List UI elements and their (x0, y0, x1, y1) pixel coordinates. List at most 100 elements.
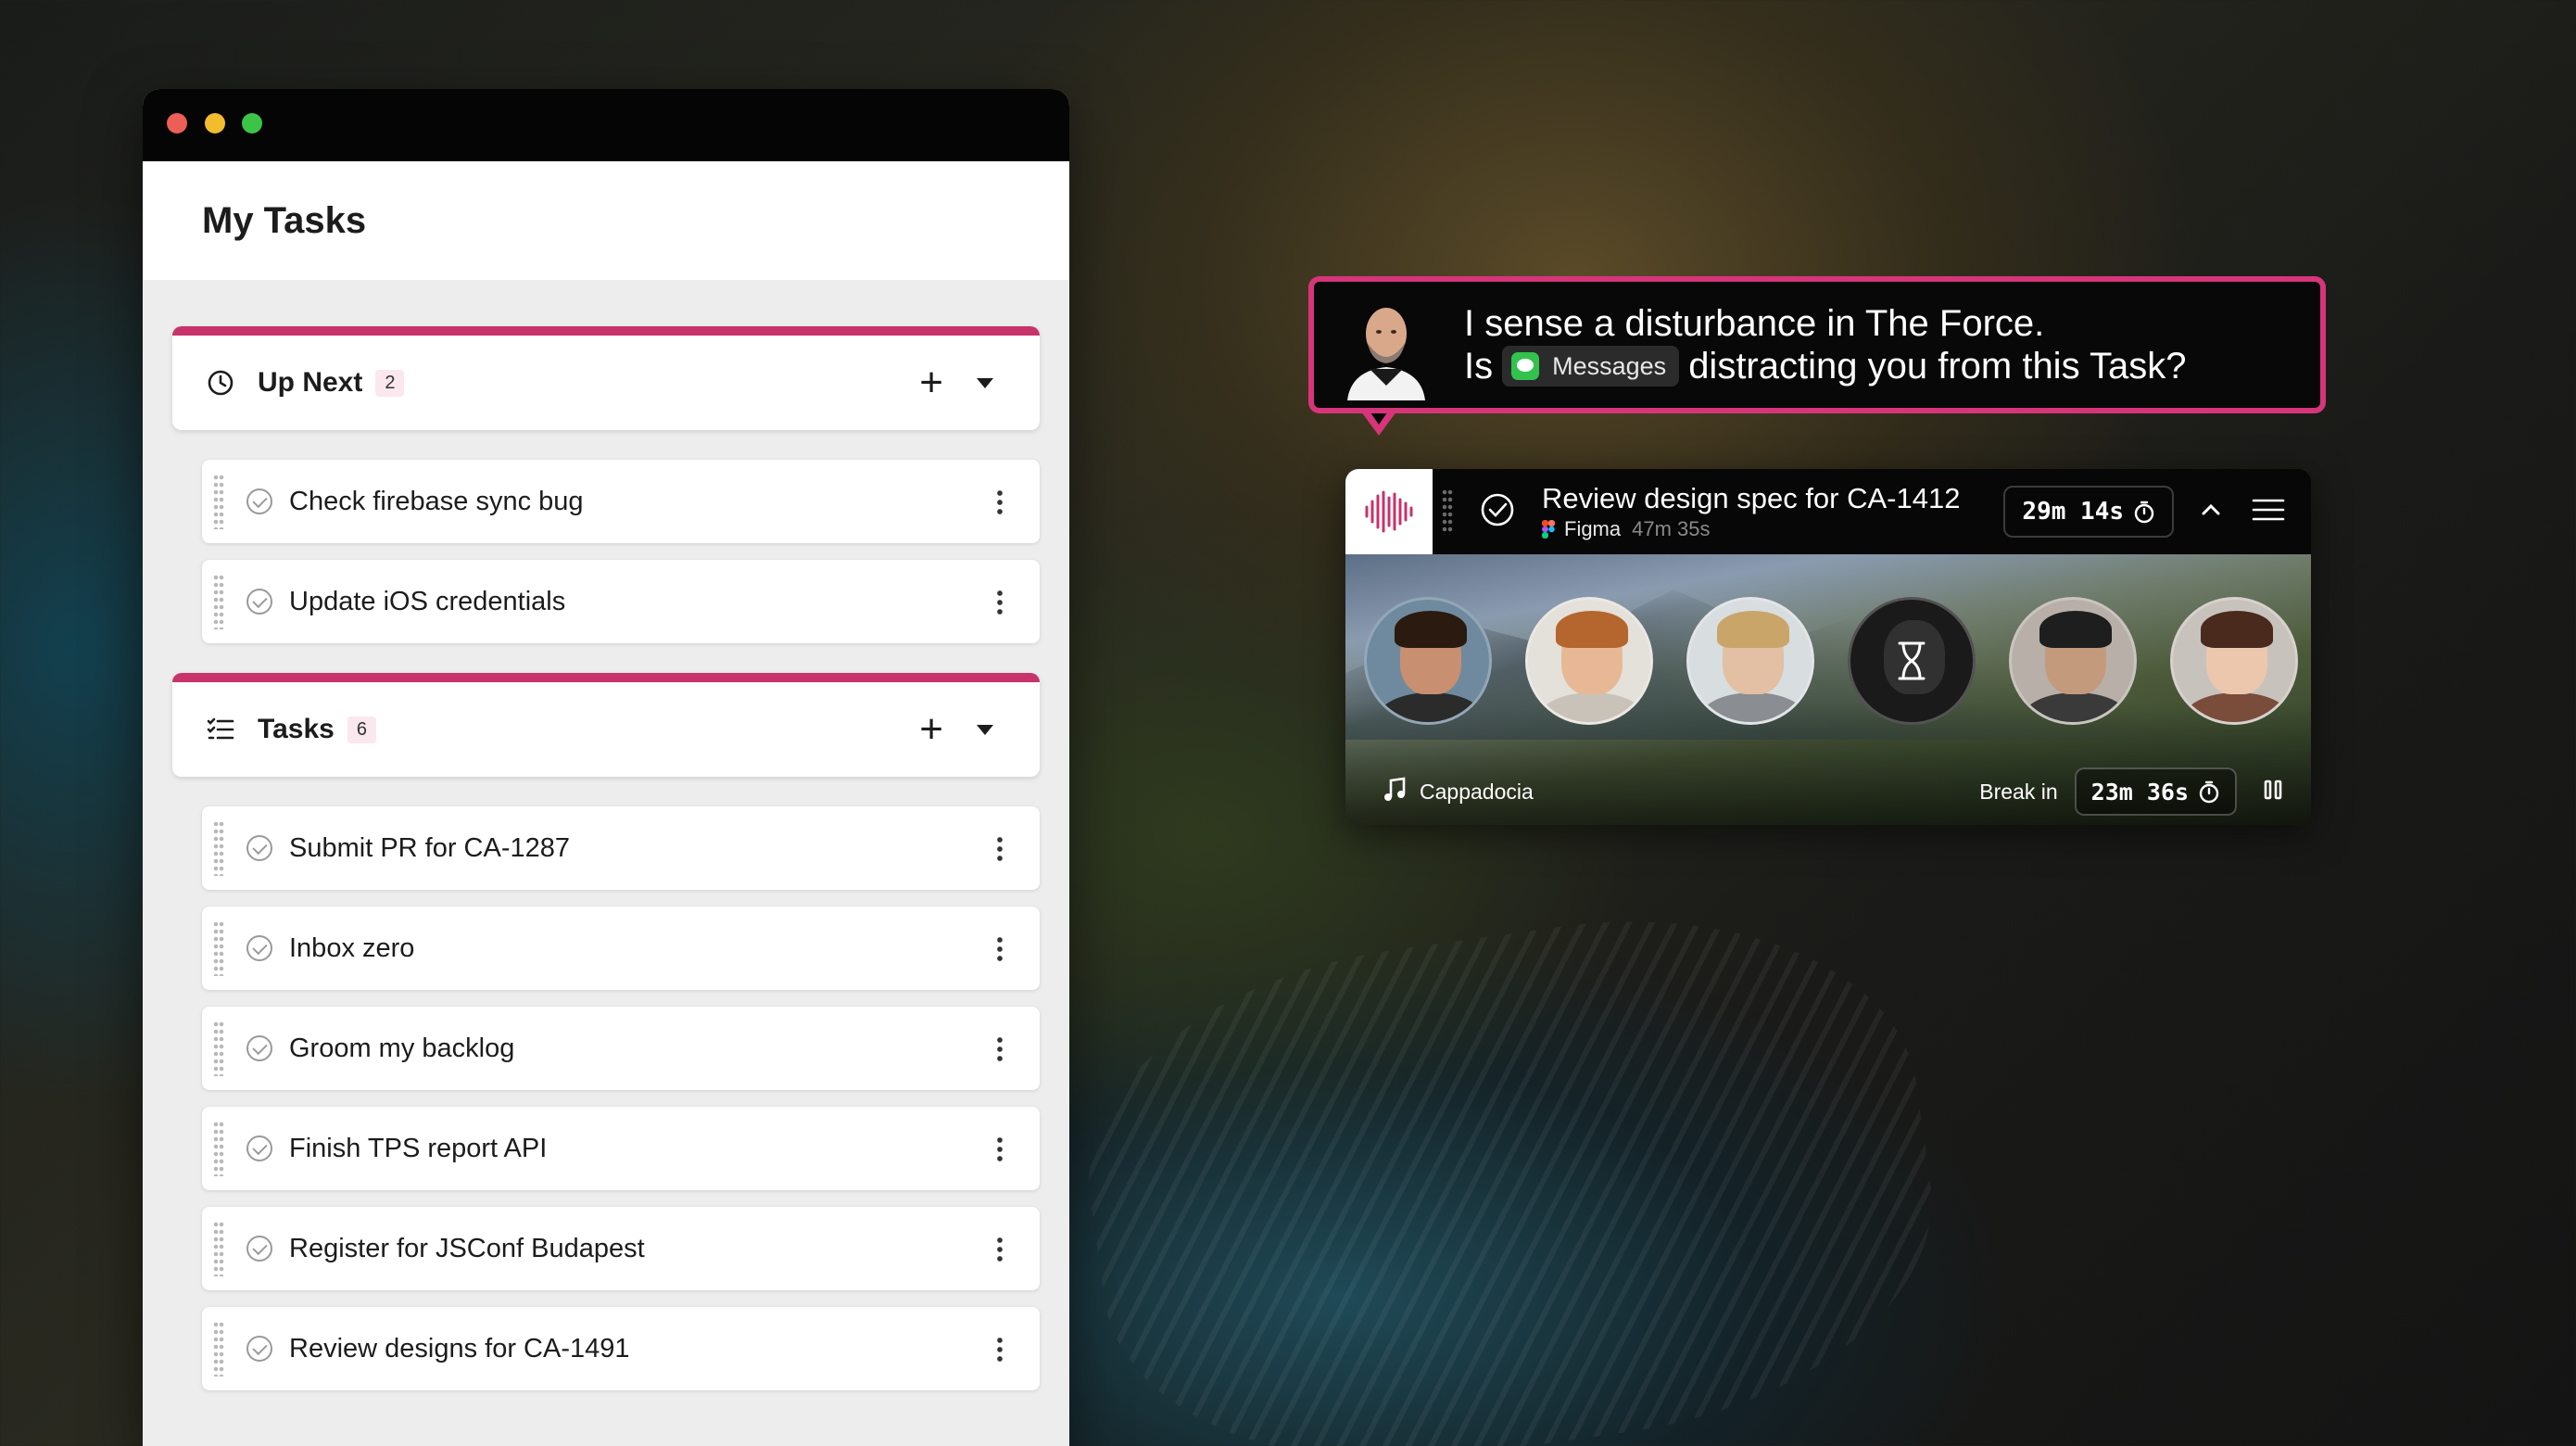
messages-app-icon (1511, 352, 1540, 380)
teammate-avatar-away[interactable] (1848, 597, 1976, 725)
complete-checkbox[interactable] (246, 835, 272, 861)
checklist-icon (204, 713, 237, 746)
coach-avatar (1342, 289, 1431, 400)
task-item[interactable]: Finish TPS report API (202, 1107, 1040, 1190)
more-options-icon[interactable] (997, 1135, 1003, 1161)
task-label: Register for JSConf Budapest (289, 1233, 645, 1263)
hourglass-icon (1898, 641, 1926, 680)
drag-handle[interactable] (213, 820, 224, 876)
window-body: Up Next 2 + Check firebase sync bug Upda… (143, 326, 1069, 1390)
teammate-avatar[interactable] (1525, 597, 1653, 725)
music-track-name[interactable]: Cappadocia (1420, 780, 1534, 805)
widget-footer: Cappadocia Break in 23m 36s (1345, 758, 2311, 825)
break-timer-value: 23m 36s (2090, 778, 2189, 805)
more-options-icon[interactable] (997, 1236, 1003, 1262)
bubble-line-2-suffix: distracting you from this Task? (1688, 346, 2187, 387)
music-note-icon[interactable] (1383, 777, 1407, 807)
more-options-icon[interactable] (997, 1035, 1003, 1061)
background-surf (1062, 881, 1959, 1446)
task-item[interactable]: Update iOS credentials (202, 560, 1040, 643)
tasks-task-list: Submit PR for CA-1287 Inbox zero Groom m… (172, 806, 1040, 1390)
teammate-avatar[interactable] (2170, 597, 2298, 725)
figma-icon (1542, 520, 1555, 539)
sound-wave-logo-icon[interactable] (1345, 469, 1433, 554)
clock-icon (204, 366, 237, 400)
task-item[interactable]: Review designs for CA-1491 (202, 1307, 1040, 1390)
chevron-up-icon[interactable] (2200, 502, 2222, 522)
bubble-message: I sense a disturbance in The Force. Is M… (1464, 302, 2186, 387)
tasks-window: My Tasks Up Next 2 + Check firebase sync… (143, 89, 1069, 1446)
task-item[interactable]: Submit PR for CA-1287 (202, 806, 1040, 890)
distraction-alert-bubble: I sense a disturbance in The Force. Is M… (1308, 276, 2326, 413)
complete-checkbox[interactable] (246, 488, 272, 514)
task-timer-value: 29m 14s (2022, 498, 2124, 526)
task-label: Groom my backlog (289, 1033, 515, 1063)
window-header: My Tasks (143, 161, 1069, 280)
more-options-icon[interactable] (997, 935, 1003, 961)
break-timer[interactable]: 23m 36s (2074, 767, 2237, 816)
pause-icon[interactable] (2263, 779, 2283, 805)
drag-handle[interactable] (213, 1121, 224, 1176)
task-timer[interactable]: 29m 14s (2003, 486, 2174, 538)
task-label: Submit PR for CA-1287 (289, 832, 571, 863)
widget-header: Review design spec for CA-1412 Figma 47m… (1345, 469, 2311, 554)
up-next-task-list: Check firebase sync bug Update iOS crede… (172, 460, 1040, 643)
page-title: My Tasks (202, 199, 367, 241)
current-app-info: Figma 47m 35s (1542, 517, 1960, 541)
teammate-avatar[interactable] (2009, 597, 2137, 725)
stopwatch-icon (2134, 501, 2154, 524)
drag-handle[interactable] (213, 474, 224, 529)
bubble-line-2: Is Messages distracting you from this Ta… (1464, 345, 2186, 387)
teammate-avatar[interactable] (1364, 597, 1492, 725)
drag-handle[interactable] (213, 920, 224, 976)
complete-checkbox[interactable] (246, 589, 272, 615)
focus-session-widget: Review design spec for CA-1412 Figma 47m… (1345, 469, 2311, 825)
task-item[interactable]: Groom my backlog (202, 1007, 1040, 1090)
close-window-button[interactable] (167, 113, 187, 133)
drag-handle[interactable] (213, 1021, 224, 1076)
current-task-title: Review design spec for CA-1412 (1542, 482, 1961, 514)
maximize-window-button[interactable] (242, 113, 262, 133)
distracting-app-name: Messages (1552, 352, 1667, 380)
complete-task-icon[interactable] (1479, 491, 1516, 533)
collapse-section-button[interactable] (977, 377, 993, 388)
collapse-section-button[interactable] (977, 724, 993, 735)
current-app-time: 47m 35s (1632, 517, 1711, 540)
more-options-icon[interactable] (997, 835, 1003, 861)
complete-checkbox[interactable] (246, 1236, 272, 1262)
menu-icon[interactable] (2252, 497, 2285, 527)
teammate-avatar[interactable] (1686, 597, 1814, 725)
team-avatars (1364, 597, 2298, 725)
more-options-icon[interactable] (997, 589, 1003, 615)
complete-checkbox[interactable] (246, 1035, 272, 1061)
drag-handle[interactable] (213, 1321, 224, 1376)
drag-handle[interactable] (213, 574, 224, 629)
task-item[interactable]: Inbox zero (202, 907, 1040, 990)
task-label: Update iOS credentials (289, 586, 566, 616)
section-tasks[interactable]: Tasks 6 + (172, 673, 1040, 777)
distracting-app-chip[interactable]: Messages (1502, 346, 1680, 387)
section-label: Tasks (258, 714, 335, 744)
current-app-name: Figma (1564, 517, 1622, 540)
task-label: Inbox zero (289, 932, 415, 963)
task-label: Check firebase sync bug (289, 486, 584, 516)
add-task-button[interactable]: + (919, 709, 943, 750)
widget-drag-handle[interactable] (1442, 488, 1453, 535)
more-options-icon[interactable] (997, 488, 1003, 514)
task-item[interactable]: Register for JSConf Budapest (202, 1207, 1040, 1290)
complete-checkbox[interactable] (246, 1135, 272, 1161)
task-label: Finish TPS report API (289, 1133, 548, 1163)
drag-handle[interactable] (213, 1221, 224, 1276)
stopwatch-icon (2199, 780, 2219, 804)
complete-checkbox[interactable] (246, 935, 272, 961)
task-item[interactable]: Check firebase sync bug (202, 460, 1040, 543)
minimize-window-button[interactable] (205, 113, 225, 133)
section-label: Up Next (258, 367, 363, 398)
complete-checkbox[interactable] (246, 1336, 272, 1362)
section-up-next[interactable]: Up Next 2 + (172, 326, 1040, 430)
bubble-line-1: I sense a disturbance in The Force. (1464, 303, 2045, 344)
break-label: Break in (1979, 779, 2058, 804)
section-count-badge: 6 (347, 716, 376, 743)
add-task-button[interactable]: + (919, 362, 943, 403)
more-options-icon[interactable] (997, 1336, 1003, 1362)
